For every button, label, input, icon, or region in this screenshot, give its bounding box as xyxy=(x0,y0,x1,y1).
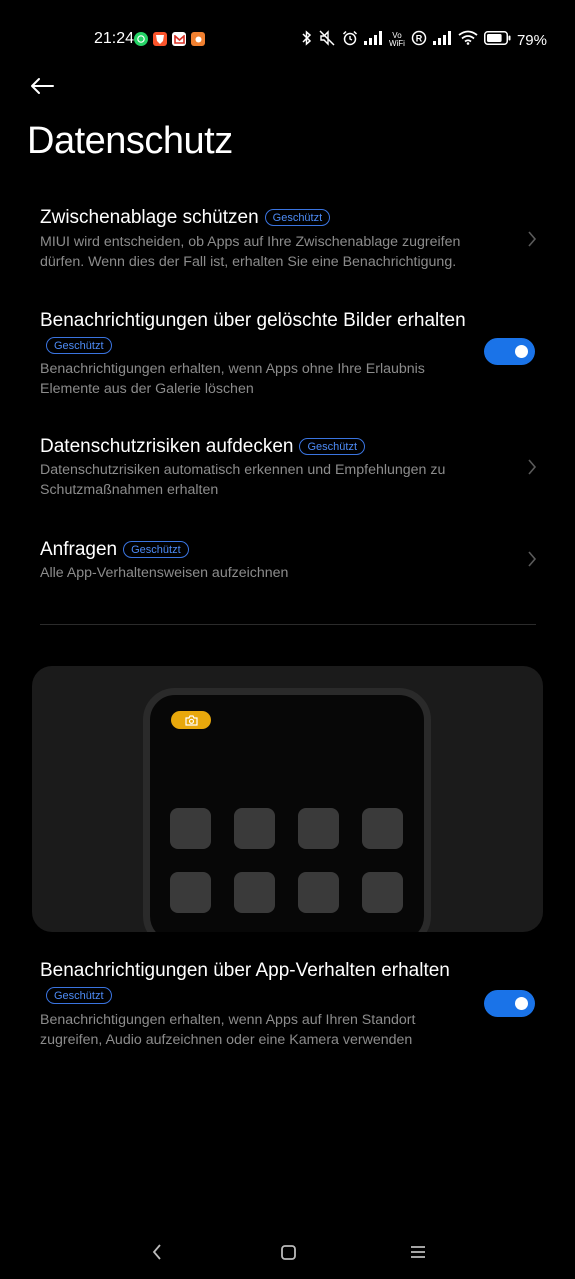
nav-recents-button[interactable] xyxy=(406,1240,430,1264)
protected-badge: Geschützt xyxy=(46,987,112,1004)
protected-badge: Geschützt xyxy=(46,337,112,354)
toggle-knob xyxy=(515,997,528,1010)
app-behavior-toggle[interactable] xyxy=(484,990,535,1017)
wifi-icon xyxy=(458,30,478,50)
status-time: 21:24 xyxy=(94,30,135,47)
setting-deleted-images-notifications[interactable]: Benachrichtigungen über gelöschte Bilder… xyxy=(0,306,575,406)
signal-icon xyxy=(363,30,383,50)
phone-illustration xyxy=(143,688,431,932)
app-tile xyxy=(298,808,339,849)
battery-icon xyxy=(483,30,511,50)
navigation-bar xyxy=(0,1232,575,1272)
app-tile xyxy=(234,808,275,849)
chevron-right-icon xyxy=(528,231,537,247)
app-behavior-illustration xyxy=(32,666,543,932)
section-divider xyxy=(40,624,536,625)
notification-icons xyxy=(134,32,205,46)
app-tile xyxy=(362,808,403,849)
nav-back-icon xyxy=(152,1244,161,1260)
setting-title: Anfragen xyxy=(40,539,118,560)
svg-text:R: R xyxy=(416,33,423,43)
arrow-left-icon xyxy=(31,78,54,94)
setting-title: Datenschutzrisiken aufdecken xyxy=(40,436,294,457)
app-tile xyxy=(362,872,403,913)
camera-indicator xyxy=(171,711,211,729)
setting-description: Datenschutzrisiken automatisch erkennen … xyxy=(40,462,446,498)
vowifi-icon: Vo WiFi xyxy=(388,31,405,48)
setting-privacy-risks[interactable]: Datenschutzrisiken aufdecken Geschützt Da… xyxy=(0,432,575,512)
camera-icon xyxy=(184,714,198,726)
setting-title-wrap: Anfragen Geschützt xyxy=(40,537,470,562)
setting-title-wrap: Benachrichtigungen über gelöschte Bilder… xyxy=(40,308,470,358)
mute-icon xyxy=(318,29,336,51)
setting-description: Alle App-Verhaltensweisen aufzeichnen xyxy=(40,565,289,581)
alarm-icon xyxy=(342,30,358,51)
toggle-knob xyxy=(515,345,528,358)
deleted-images-toggle[interactable] xyxy=(484,338,535,365)
bluetooth-icon xyxy=(302,29,312,51)
setting-description: Benachrichtigungen erhalten, wenn Apps a… xyxy=(40,1012,416,1048)
app-tile xyxy=(298,872,339,913)
brave-icon xyxy=(153,32,167,46)
setting-title: Zwischenablage schützen xyxy=(40,207,259,228)
whatsapp-icon xyxy=(134,32,148,46)
nav-home-button[interactable] xyxy=(276,1240,300,1264)
app-tile xyxy=(170,872,211,913)
page-title: Datenschutz xyxy=(27,120,233,162)
nav-recents-icon xyxy=(411,1246,425,1258)
protected-badge: Geschützt xyxy=(264,209,331,226)
setting-description: Benachrichtigungen erhalten, wenn Apps o… xyxy=(40,361,425,397)
setting-description: MIUI wird entscheiden, ob Apps auf Ihre … xyxy=(40,234,461,270)
protected-badge: Geschützt xyxy=(299,438,366,455)
signal-icon xyxy=(432,30,452,50)
app-icon-grid xyxy=(170,808,403,913)
status-bar: 21:24 Vo WiFi R 79% xyxy=(0,26,575,54)
setting-title-wrap: Zwischenablage schützen Geschützt xyxy=(40,205,470,230)
app-tile xyxy=(170,808,211,849)
nav-home-icon xyxy=(280,1244,296,1260)
setting-app-behavior-notifications[interactable]: Benachrichtigungen über App-Verhalten er… xyxy=(0,958,575,1058)
chevron-right-icon xyxy=(528,551,537,567)
back-button[interactable] xyxy=(26,70,58,102)
setting-title-wrap: Datenschutzrisiken aufdecken Geschützt xyxy=(40,434,470,459)
chevron-right-icon xyxy=(528,459,537,475)
setting-clipboard-protection[interactable]: Zwischenablage schützen Geschützt MIUI wi… xyxy=(0,200,575,280)
protected-badge: Geschützt xyxy=(123,541,189,558)
nav-back-button[interactable] xyxy=(145,1240,169,1264)
gmail-icon xyxy=(172,32,186,46)
status-icons: Vo WiFi R 79% xyxy=(302,29,547,51)
setting-title: Benachrichtigungen über gelöschte Bilder… xyxy=(40,310,466,331)
app-notification-icon xyxy=(191,32,205,46)
battery-percent: 79% xyxy=(516,31,547,49)
roaming-icon: R xyxy=(411,30,427,51)
app-tile xyxy=(234,872,275,913)
setting-title: Benachrichtigungen über App-Verhalten er… xyxy=(40,960,450,981)
setting-requests[interactable]: Anfragen Geschützt Alle App-Verhaltenswei… xyxy=(0,535,575,595)
setting-title-wrap: Benachrichtigungen über App-Verhalten er… xyxy=(40,958,470,1008)
